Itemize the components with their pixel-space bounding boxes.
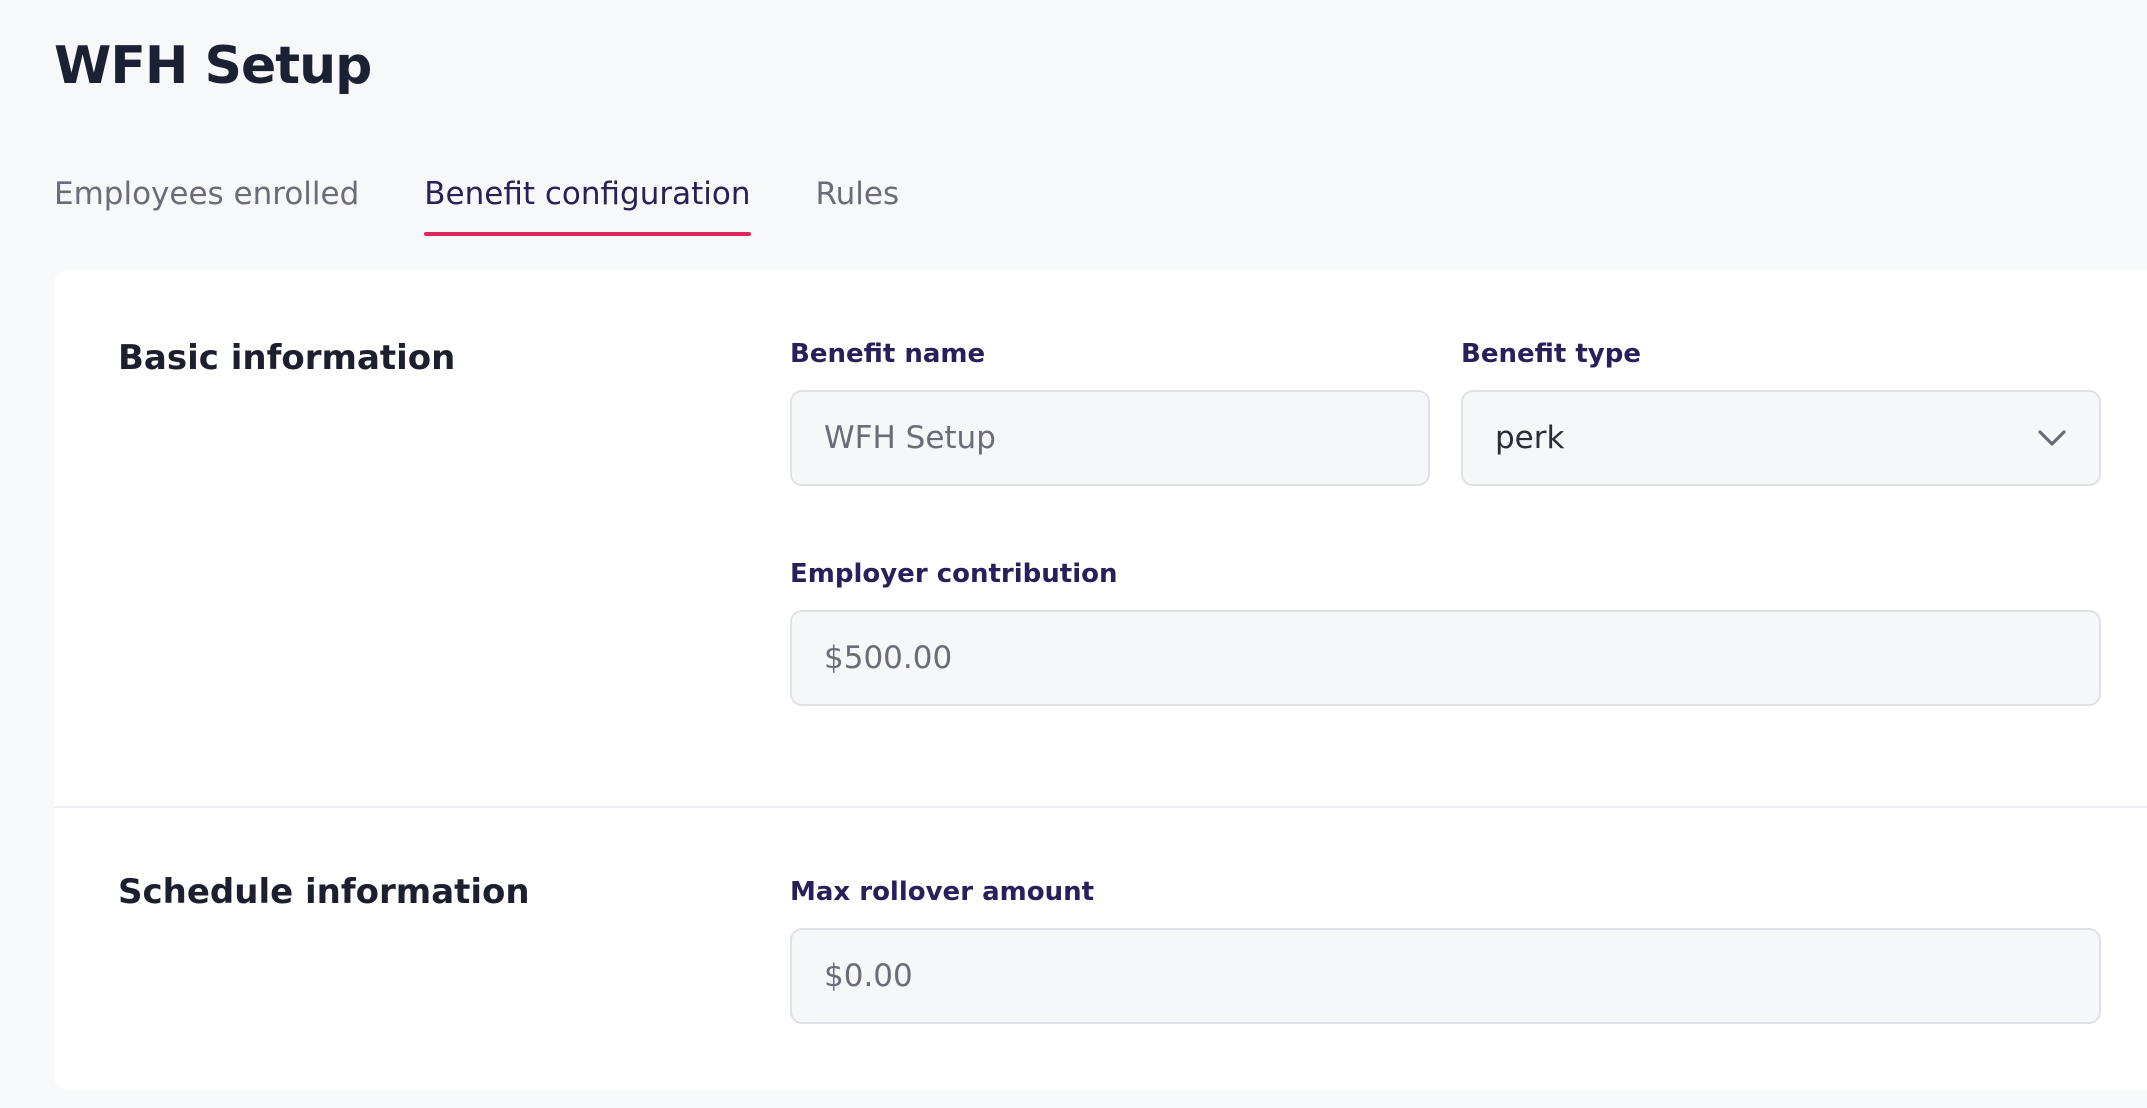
basic-information-heading: Basic information [118, 338, 456, 378]
benefit-name-label: Benefit name [790, 339, 986, 369]
schedule-information-section: Schedule information Max rollover amount… [54, 808, 2147, 1108]
benefit-type-label: Benefit type [1461, 339, 1641, 369]
employer-contribution-field[interactable]: $500.00 [790, 610, 2101, 706]
basic-information-section: Basic information Benefit name WFH Setup… [54, 270, 2147, 808]
employer-contribution-label: Employer contribution [790, 559, 1118, 589]
tab-benefit-configuration[interactable]: Benefit configuration [424, 170, 751, 236]
page-title: WFH Setup [54, 36, 372, 96]
tab-bar: Employees enrolled Benefit configuration… [54, 170, 964, 240]
max-rollover-amount-field[interactable]: $0.00 [790, 928, 2101, 1024]
tab-employees-enrolled[interactable]: Employees enrolled [54, 170, 359, 218]
benefit-type-value: perk [1495, 420, 1565, 456]
schedule-information-heading: Schedule information [118, 872, 530, 912]
benefit-name-field[interactable]: WFH Setup [790, 390, 1430, 486]
benefit-type-select[interactable]: perk [1461, 390, 2101, 486]
tab-rules[interactable]: Rules [816, 170, 900, 218]
chevron-down-icon [2037, 423, 2067, 453]
benefit-configuration-card: Basic information Benefit name WFH Setup… [54, 270, 2147, 1090]
max-rollover-amount-label: Max rollover amount [790, 877, 1095, 907]
